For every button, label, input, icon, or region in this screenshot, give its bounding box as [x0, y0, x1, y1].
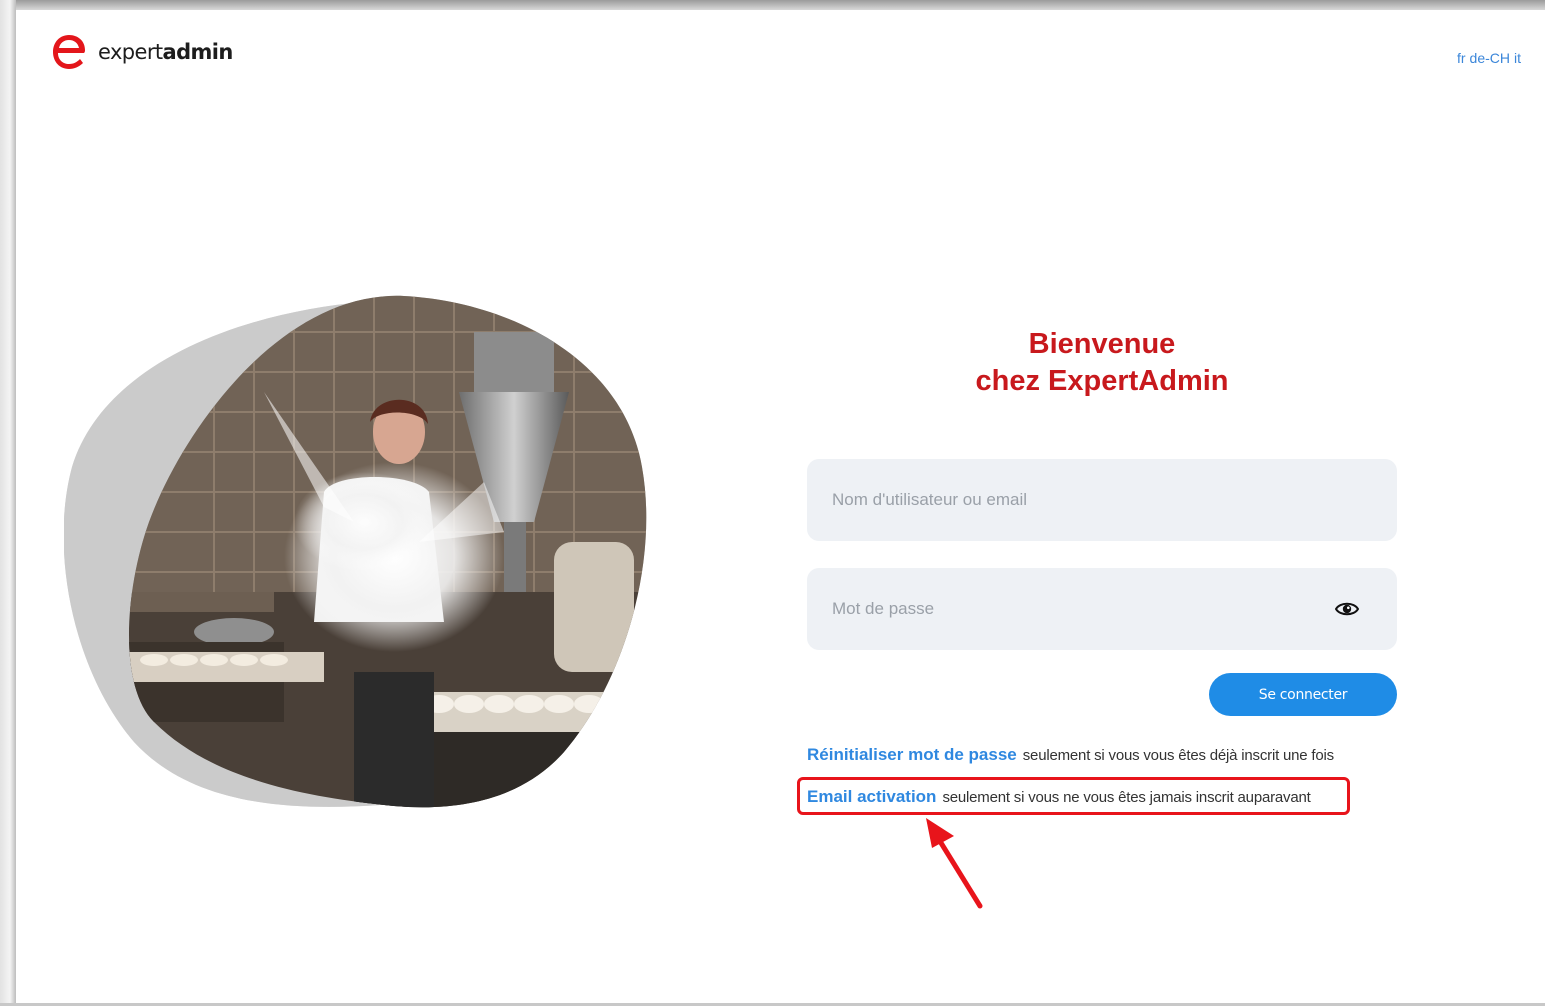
login-button[interactable]: Se connecter	[1209, 673, 1397, 716]
window-frame-top	[0, 0, 1545, 10]
brand-logo[interactable]: expertadmin	[50, 33, 233, 71]
reset-password-link[interactable]: Réinitialiser mot de passe	[807, 745, 1017, 764]
lang-de-ch[interactable]: de-CH	[1470, 50, 1510, 66]
annotation-arrow-icon	[926, 818, 983, 909]
logo-text-bold: admin	[162, 40, 234, 64]
password-field-container	[807, 568, 1397, 650]
welcome-line-2: chez ExpertAdmin	[975, 365, 1229, 397]
logo-text: expertadmin	[98, 40, 233, 64]
reset-password-row: Réinitialiser mot de passe seulement si v…	[807, 745, 1334, 765]
eye-icon[interactable]	[1335, 598, 1359, 620]
lang-fr[interactable]: fr	[1457, 50, 1466, 66]
welcome-heading: Bienvenue chez ExpertAdmin	[900, 326, 1304, 400]
logo-text-light: expert	[98, 40, 163, 64]
logo-e-icon	[53, 35, 85, 69]
hero-baker-image	[64, 295, 647, 808]
username-input[interactable]	[830, 489, 1314, 511]
username-field-container	[807, 459, 1397, 541]
reset-password-note: seulement si vous vous êtes déjà inscrit…	[1022, 747, 1334, 764]
welcome-line-1: Bienvenue	[1028, 328, 1176, 360]
annotation-highlight-box	[797, 777, 1350, 815]
window-frame-left	[0, 0, 16, 1006]
language-switcher: fr de-CH it	[1457, 50, 1521, 66]
password-input[interactable]	[830, 598, 1314, 620]
lang-it[interactable]: it	[1514, 50, 1521, 66]
